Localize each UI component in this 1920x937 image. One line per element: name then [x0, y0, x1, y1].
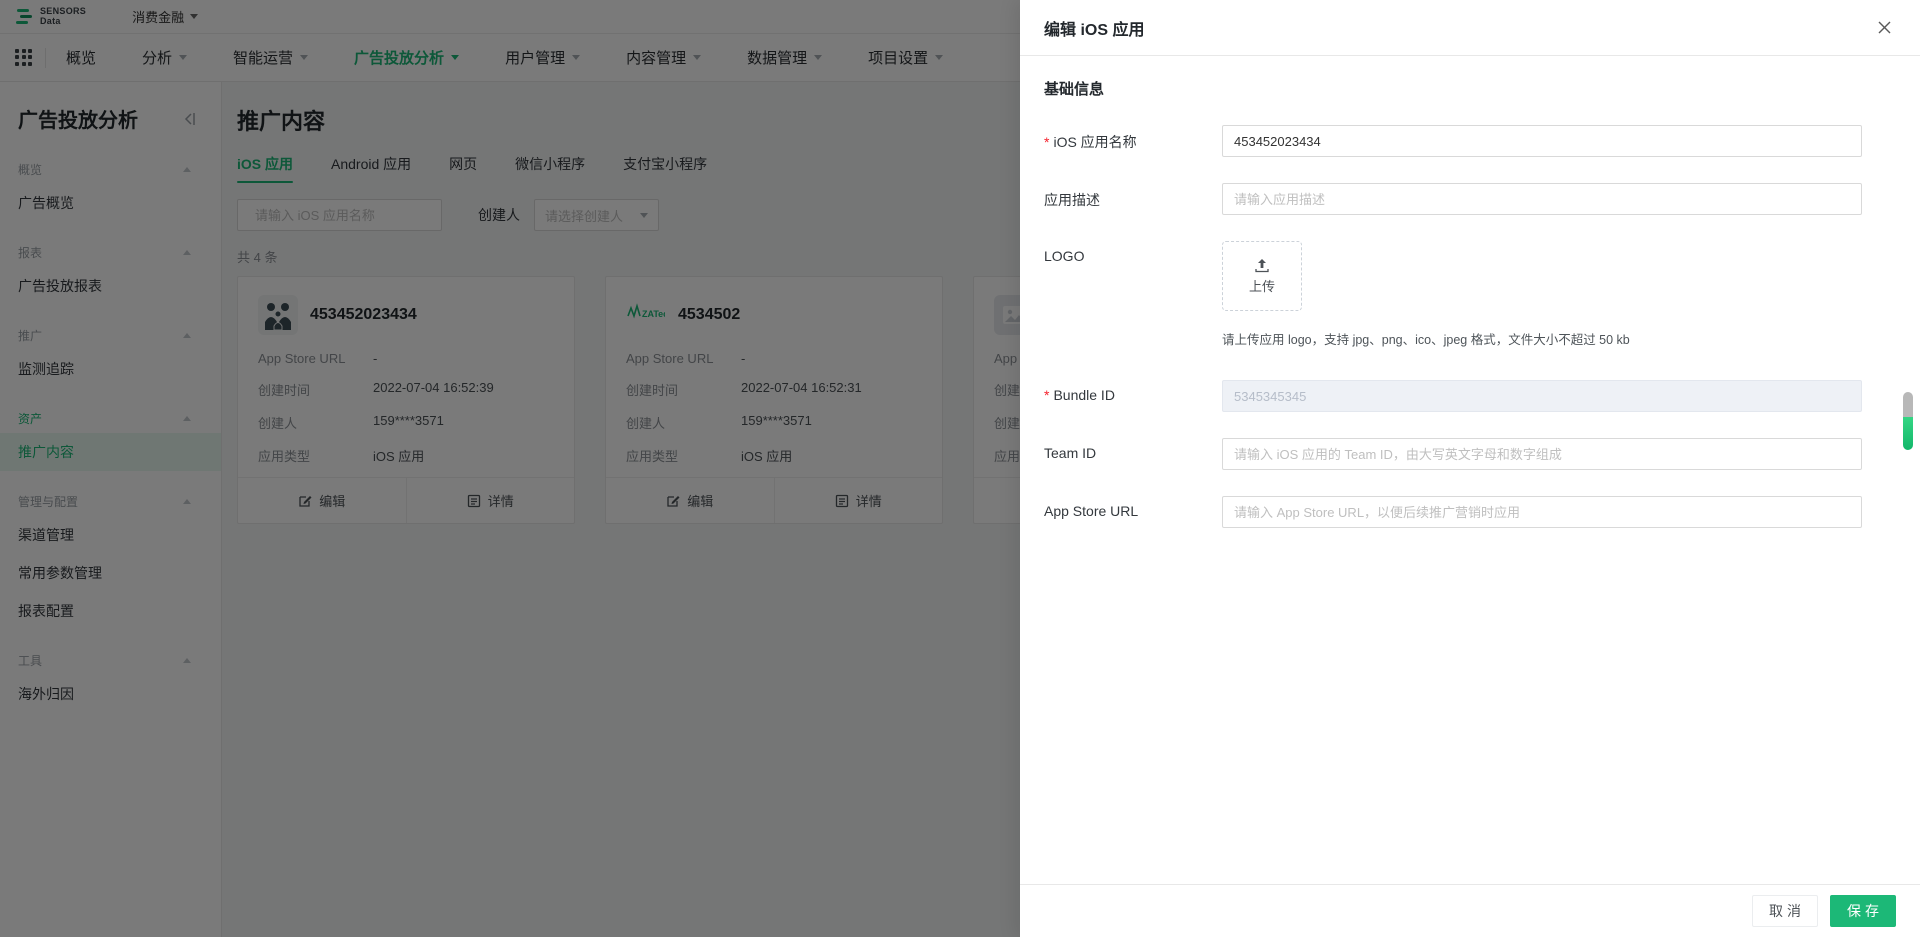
bundle-id-label: * Bundle ID: [1044, 387, 1115, 403]
cancel-button[interactable]: 取消: [1752, 895, 1818, 927]
scrollbar-thumb-gray: [1903, 392, 1913, 417]
required-mark: *: [1044, 134, 1050, 150]
scrollbar-thumb[interactable]: [1903, 392, 1913, 450]
drawer-overlay-mask[interactable]: [0, 0, 1020, 937]
required-mark: *: [1044, 387, 1050, 403]
save-button[interactable]: 保存: [1830, 895, 1896, 927]
ios-name-label: * iOS 应用名称: [1044, 134, 1137, 150]
edit-ios-app-drawer: 编辑 iOS 应用 基础信息 *iOS 应用名称 应用描述: [1020, 0, 1920, 937]
ios-name-input[interactable]: [1222, 125, 1862, 157]
team-id-label: Team ID: [1044, 445, 1097, 461]
app-store-url-label: App Store URL: [1044, 503, 1139, 519]
close-button[interactable]: [1877, 20, 1892, 35]
logo-upload-button[interactable]: 上传: [1222, 241, 1302, 311]
app-desc-label: 应用描述: [1044, 192, 1100, 208]
section-title-basic-info: 基础信息: [1044, 81, 1105, 98]
upload-label: 上传: [1248, 278, 1275, 294]
app-store-url-input[interactable]: [1222, 496, 1862, 528]
logo-label: LOGO: [1044, 248, 1085, 264]
team-id-input[interactable]: [1222, 438, 1862, 470]
logo-upload-hint: 请上传应用 logo，支持 jpg、png、ico、jpeg 格式，文件大小不超…: [1222, 333, 1630, 347]
drawer-title: 编辑 iOS 应用: [1044, 21, 1145, 39]
app-desc-input[interactable]: [1222, 183, 1862, 215]
scrollbar-thumb-green: [1903, 417, 1913, 450]
bundle-id-input: [1222, 380, 1862, 412]
upload-icon: [1255, 258, 1269, 272]
close-icon: [1878, 21, 1891, 34]
